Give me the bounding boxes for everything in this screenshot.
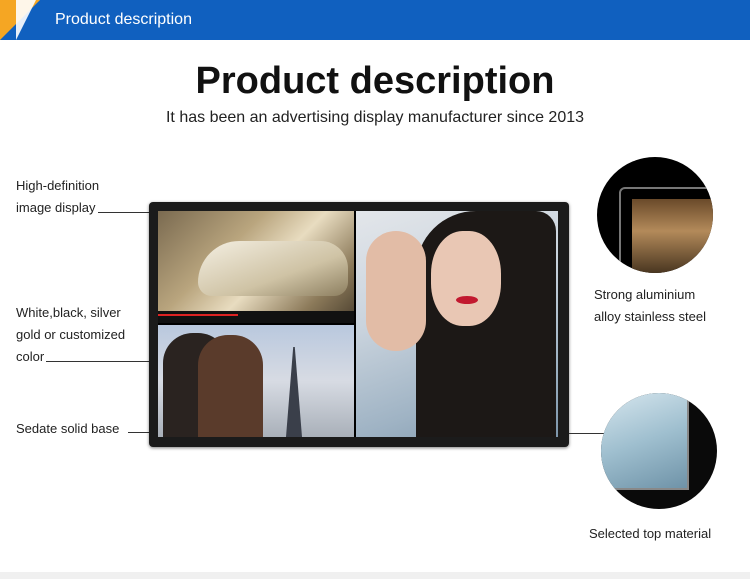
banner-stripe-shape <box>16 0 36 40</box>
detail-frame-closeup <box>597 157 713 273</box>
callout-color: White,black, silver gold or customized c… <box>16 302 125 368</box>
callout-color-line <box>46 361 153 362</box>
callout-top-material: Selected top material <box>589 523 711 545</box>
bottom-divider <box>0 572 750 579</box>
screen-panel-portrait <box>356 211 558 437</box>
callout-aluminium: Strong aluminium alloy stainless steel <box>594 284 706 328</box>
header-banner: Product description <box>0 0 750 40</box>
callout-aluminium-line1: Strong aluminium <box>594 287 696 302</box>
callout-hd-line <box>98 212 153 213</box>
display-monitor <box>149 202 569 447</box>
eiffel-tower-image <box>286 347 302 437</box>
callout-color-line1: White,black, silver <box>16 305 121 320</box>
car-image <box>198 241 348 296</box>
callout-color-line2: gold or customized <box>16 327 126 342</box>
screen-panel-couple <box>158 325 354 437</box>
monitor-screen <box>158 211 558 437</box>
screen-panel-car <box>158 211 354 323</box>
portrait-hand <box>366 231 426 351</box>
banner-title: Product description <box>55 11 192 28</box>
callout-hd-line1: High-definition <box>16 178 100 193</box>
callout-aluminium-line2: alloy stainless steel <box>594 309 706 324</box>
portrait-lips <box>456 296 478 304</box>
video-player-bar <box>158 311 354 323</box>
portrait-face <box>431 231 501 326</box>
callout-hd-line2: image display <box>16 200 96 215</box>
callout-color-line3: color <box>16 349 45 364</box>
callout-top-material-line1: Selected top material <box>589 526 712 541</box>
page-subtitle: It has been an advertising display manuf… <box>165 109 585 126</box>
callout-hd-display: High-definition image display <box>16 175 99 219</box>
detail-glass-closeup <box>601 393 717 509</box>
callout-base: Sedate solid base <box>16 418 119 440</box>
frame-closeup-border <box>619 187 713 273</box>
person-woman-image <box>198 335 263 437</box>
callout-base-line1: Sedate solid base <box>16 421 120 436</box>
page-title: Product description <box>195 60 555 102</box>
glass-closeup-image <box>601 393 689 490</box>
video-progress <box>158 314 238 316</box>
